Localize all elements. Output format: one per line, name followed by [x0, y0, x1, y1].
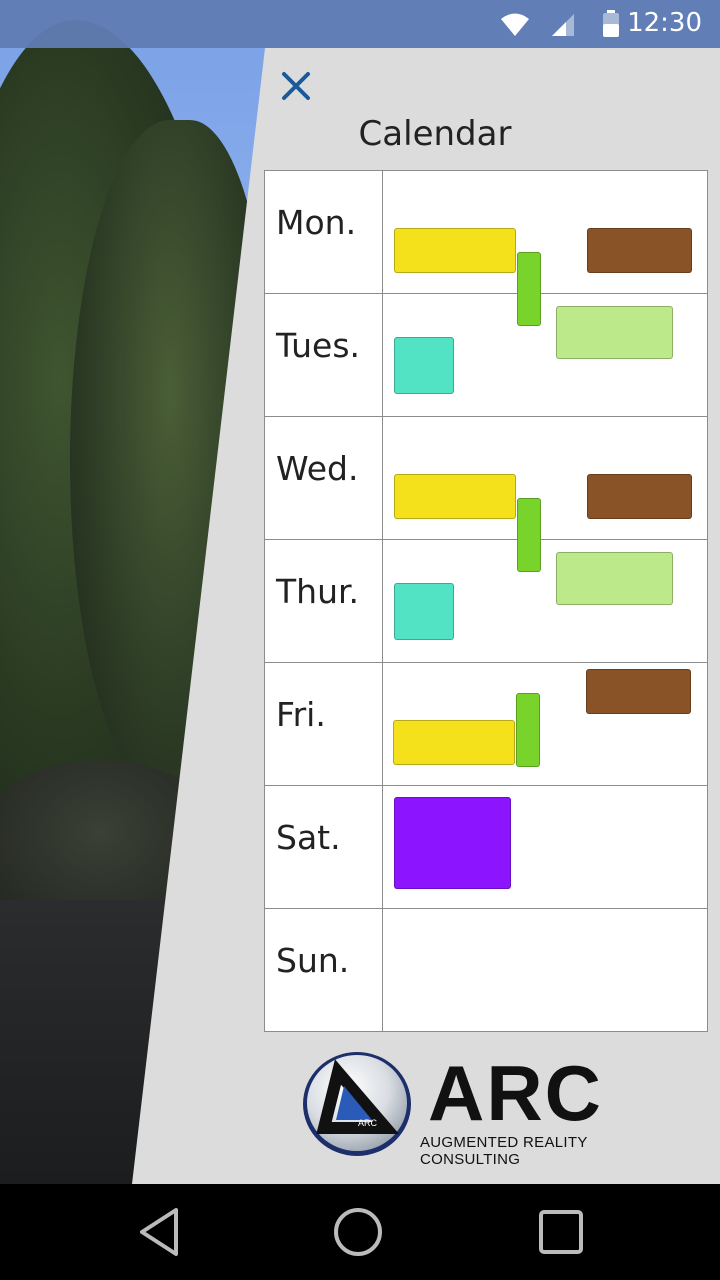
day-label: Wed. [276, 449, 359, 488]
event-block-purple[interactable] [394, 797, 511, 889]
event-block-yellow[interactable] [393, 720, 515, 765]
home-button[interactable] [330, 1204, 386, 1260]
day-label: Tues. [276, 326, 361, 365]
logo-mark-text: ARC [358, 1118, 378, 1128]
event-block-light-green[interactable] [556, 306, 673, 359]
recents-button[interactable] [533, 1204, 589, 1260]
event-block-light-green[interactable] [556, 552, 673, 605]
event-block-brown[interactable] [586, 669, 691, 714]
event-block-brown[interactable] [587, 228, 692, 273]
back-button[interactable] [132, 1204, 188, 1260]
day-label: Thur. [276, 572, 360, 611]
event-block-yellow[interactable] [394, 474, 516, 519]
calendar-row-sun: Sun. [265, 909, 707, 1032]
logo-name: ARC [428, 1049, 603, 1137]
event-block-yellow[interactable] [394, 228, 516, 273]
day-label: Mon. [276, 203, 357, 242]
arc-logo-mark: ARC [303, 1052, 411, 1156]
signal-icon [552, 14, 574, 36]
wifi-icon [501, 13, 529, 36]
calendar-title: Calendar [358, 114, 512, 154]
event-block-teal[interactable] [394, 337, 454, 394]
back-icon [140, 1208, 178, 1256]
event-block-green[interactable] [516, 693, 540, 767]
event-block-teal[interactable] [394, 583, 454, 640]
close-button[interactable] [276, 66, 316, 106]
navigation-bar [0, 1184, 720, 1280]
event-block-brown[interactable] [587, 474, 692, 519]
battery-icon [603, 10, 619, 37]
recents-icon [539, 1210, 583, 1254]
event-block-green[interactable] [517, 252, 541, 326]
day-label: Sun. [276, 941, 350, 980]
event-block-green[interactable] [517, 498, 541, 572]
day-label: Sat. [276, 818, 341, 857]
arc-logo: ARC ARC AUGMENTED REALITY CONSULTING [300, 1044, 680, 1168]
close-icon [282, 72, 310, 100]
logo-tagline: AUGMENTED REALITY CONSULTING [420, 1134, 588, 1168]
home-icon [334, 1208, 382, 1256]
status-bar: 12:30 [0, 0, 720, 48]
status-time: 12:30 [627, 8, 702, 38]
day-label: Fri. [276, 695, 326, 734]
calendar-grid: Mon. Tues. Wed. Thur. Fri. Sat. Sun. [264, 170, 708, 1032]
